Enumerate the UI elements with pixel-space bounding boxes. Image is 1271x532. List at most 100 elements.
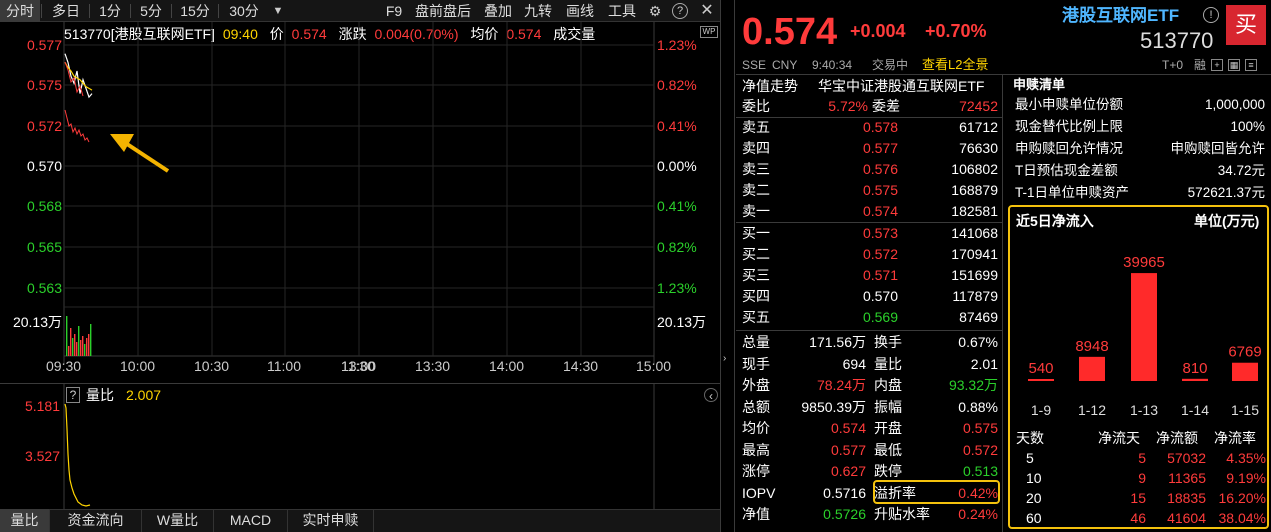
l2-link[interactable]: 查看L2全景 xyxy=(922,56,988,74)
liangbi-indicator-panel[interactable]: ? 量比 2.007 5.181 3.527 ‹ xyxy=(0,383,720,510)
stat-value: 93.32万 xyxy=(948,377,998,393)
inflow-date-label: 1-14 xyxy=(1181,402,1209,418)
stat-label: 最高 xyxy=(742,441,770,458)
indicator-tab-liangbi[interactable]: 量比 xyxy=(0,509,50,532)
menu-icon[interactable]: ≡ xyxy=(1245,59,1257,71)
dropdown-triangle-icon[interactable]: ▼ xyxy=(269,2,287,20)
tab-gongju[interactable]: 工具 xyxy=(604,0,640,22)
ask-price[interactable]: 0.576 xyxy=(832,160,898,178)
tab-jiuzhuan[interactable]: 九转 xyxy=(520,0,556,22)
tab-diejia[interactable]: 叠加 xyxy=(480,0,516,22)
volume-bar xyxy=(74,334,76,356)
stat-value: 0.574 xyxy=(830,420,866,436)
stat-label: 量比 xyxy=(874,355,902,372)
stat-label: 现手 xyxy=(742,355,770,372)
creation-row-label: T日预估现金差额 xyxy=(1015,163,1118,178)
ask-volume: 182581 xyxy=(951,203,998,219)
inflow-row-days: 20 xyxy=(1026,490,1042,506)
bid-volume: 87469 xyxy=(959,309,998,325)
stat-label: 振幅 xyxy=(874,398,902,415)
stat-value: 0.24% xyxy=(958,506,998,522)
inflow-row-d: 9 xyxy=(1138,470,1146,486)
indicator-tab-shishishenshu[interactable]: 实时申赎 xyxy=(288,509,374,532)
stat-value: 0.5726 xyxy=(823,506,866,522)
tab-panqianpanhou[interactable]: 盘前盘后 xyxy=(410,0,476,22)
buy-button[interactable]: 买 xyxy=(1226,5,1266,45)
ask-price[interactable]: 0.577 xyxy=(832,139,898,157)
inflow-bar-label: 810 xyxy=(1182,360,1207,377)
ask-price[interactable]: 0.578 xyxy=(832,118,898,136)
nav-trend-label[interactable]: 净值走势 xyxy=(742,77,798,95)
x-tick: 10:30 xyxy=(194,358,230,374)
tab-duori[interactable]: 多日 xyxy=(44,0,88,22)
y-tick-left: 0.568 xyxy=(26,198,62,214)
t0-badge: T+0 xyxy=(1162,58,1184,72)
price-change-pct: +0.70% xyxy=(925,21,987,41)
security-name: 港股互联网ETF xyxy=(1062,6,1180,25)
y-tick-right: 0.00% xyxy=(657,158,697,174)
stat-label: 开盘 xyxy=(874,420,902,436)
creation-row-label: 申购赎回允许情况 xyxy=(1015,141,1123,156)
plus-icon[interactable]: + xyxy=(1211,59,1223,71)
collapse-icon[interactable]: ‹ xyxy=(704,388,718,403)
bid-price[interactable]: 0.569 xyxy=(832,308,898,326)
bid-label: 买三 xyxy=(742,267,770,283)
stat-value: 0.67% xyxy=(958,334,998,350)
stat-value: 0.5716 xyxy=(823,484,866,501)
inflow-row-amt: 41604 xyxy=(1167,510,1206,526)
y-tick-left: 0.575 xyxy=(26,77,62,93)
tab-15min[interactable]: 15分 xyxy=(173,0,217,22)
gear-icon[interactable]: ⚙ xyxy=(646,2,664,20)
inflow-unit: 单位(万元) xyxy=(1194,213,1260,229)
bid-price[interactable]: 0.571 xyxy=(832,266,898,284)
tab-fenshi[interactable]: 分时 xyxy=(0,0,40,22)
y-tick-right: 0.41% xyxy=(657,198,697,214)
volume-bar xyxy=(76,342,78,356)
stat-label: 外盘 xyxy=(742,377,770,393)
inflow-row-amt: 11365 xyxy=(1168,470,1206,486)
inflow-row-d: 5 xyxy=(1138,450,1146,466)
ask-price[interactable]: 0.575 xyxy=(832,181,898,199)
panel-toggle-icon[interactable]: › xyxy=(723,350,733,368)
inflow-date-label: 1-13 xyxy=(1130,402,1158,418)
ask-label: 卖一 xyxy=(742,203,770,219)
volume-bar xyxy=(90,324,92,356)
order-book-panel: 净值走势 华宝中证港股通互联网ETF 委比 5.72% 委差 72452 卖五 0… xyxy=(736,74,1002,532)
premium-highlight-box xyxy=(873,480,1000,504)
tab-1min[interactable]: 1分 xyxy=(91,0,129,22)
tab-30min[interactable]: 30分 xyxy=(220,0,268,22)
bid-label: 买五 xyxy=(742,309,770,325)
inflow-bar-label: 39965 xyxy=(1123,254,1165,271)
indicator-tab-wliangbi[interactable]: W量比 xyxy=(142,509,214,532)
help-icon[interactable]: ? xyxy=(672,3,688,19)
inflow-bar xyxy=(1028,379,1054,381)
close-icon[interactable]: ✕ xyxy=(698,2,716,20)
period-tabbar: 分时 多日 1分 5分 15分 30分 ▼ F9 盘前盘后 叠加 九转 画线 工… xyxy=(0,0,720,22)
bid-price[interactable]: 0.572 xyxy=(832,245,898,263)
inflow-row-d: 15 xyxy=(1130,490,1146,506)
info-icon[interactable]: ! xyxy=(1203,7,1219,23)
ask-price[interactable]: 0.574 xyxy=(832,202,898,220)
x-tick: 13:00 xyxy=(341,358,377,374)
bid-price[interactable]: 0.570 xyxy=(832,287,898,305)
grid-icon[interactable]: ▦ xyxy=(1228,59,1240,71)
y-tick-left: 0.577 xyxy=(26,37,62,53)
indicator-tab-zijinliuxiang[interactable]: 资金流向 xyxy=(50,509,142,532)
tab-f9[interactable]: F9 xyxy=(382,0,406,22)
tab-5min[interactable]: 5分 xyxy=(132,0,170,22)
bid-price[interactable]: 0.573 xyxy=(832,224,898,242)
price-chart-svg xyxy=(63,22,655,364)
tab-huaxian[interactable]: 画线 xyxy=(562,0,598,22)
ask-volume: 168879 xyxy=(951,182,998,198)
intraday-chart-panel[interactable]: 513770[港股互联网ETF] 09:40 价 0.574 涨跌 0.004(… xyxy=(0,22,720,382)
indicator-tab-macd[interactable]: MACD xyxy=(214,509,288,532)
inflow-row-rate: 16.20% xyxy=(1218,490,1266,506)
liangbi-curve-svg xyxy=(63,384,655,510)
nav-trend-fund[interactable]: 华宝中证港股通互联网ETF xyxy=(818,77,984,95)
inflow-row-rate: 38.04% xyxy=(1218,510,1266,526)
stat-value: 78.24万 xyxy=(816,377,866,393)
inflow-date-label: 1-9 xyxy=(1031,402,1051,418)
y-tick-left: 0.572 xyxy=(26,118,62,134)
stat-value: 0.577 xyxy=(830,441,866,458)
volume-bar xyxy=(68,346,70,356)
